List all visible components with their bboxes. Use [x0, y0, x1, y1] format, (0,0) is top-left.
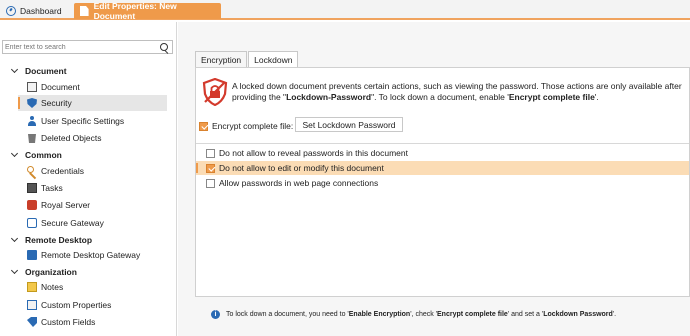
search-input[interactable]	[3, 43, 153, 51]
option-label: Do not allow to edit or modify this docu…	[219, 163, 384, 173]
sidebar-item-secure-gateway[interactable]: Secure Gateway	[18, 215, 167, 231]
info-mid: ". To lock down a document, enable '	[371, 92, 509, 102]
user-icon	[27, 116, 37, 126]
search-box	[2, 40, 173, 54]
info-bold-encrypt: Encrypt complete file	[508, 92, 595, 102]
group-document-label: Document	[25, 66, 67, 76]
sidebar-item-label: Credentials	[41, 166, 84, 176]
checkbox[interactable]	[206, 178, 215, 188]
sidebar-item-label: Remote Desktop Gateway	[41, 250, 141, 260]
shield-lock-icon	[202, 78, 228, 106]
sidebar-item-label: Document	[41, 82, 80, 92]
group-remote-desktop[interactable]: Remote Desktop	[10, 234, 93, 246]
sidebar-item-tasks[interactable]: Tasks	[18, 180, 167, 196]
info-bold-lockdown-password: Lockdown-Password	[286, 92, 372, 102]
group-remote-desktop-label: Remote Desktop	[25, 235, 93, 245]
set-lockdown-password-button[interactable]: Set Lockdown Password	[295, 117, 403, 132]
gateway-icon	[27, 218, 37, 228]
sidebar-item-notes[interactable]: Notes	[18, 279, 167, 295]
royal-server-icon	[27, 200, 37, 210]
sidebar-item-label: Secure Gateway	[41, 218, 104, 228]
option-label: Do not allow to reveal passwords in this…	[219, 148, 408, 158]
dashboard-icon	[6, 6, 16, 16]
sidebar-item-label: Notes	[41, 282, 64, 292]
footer-text: To lock down a document, you need to 'En…	[226, 311, 616, 318]
lockdown-options: Do not allow to reveal passwords in this…	[196, 143, 689, 190]
info-icon: i	[211, 309, 220, 319]
info-end: '.	[594, 92, 599, 102]
tab-lockdown[interactable]: Lockdown	[248, 51, 299, 67]
tag-icon	[27, 317, 37, 327]
option-allow-web-passwords[interactable]: Allow passwords in web page connections	[196, 176, 689, 190]
tab-dashboard-label: Dashboard	[20, 6, 62, 16]
tasks-icon	[27, 183, 37, 193]
sidebar-item-credentials[interactable]: Credentials	[18, 163, 167, 179]
subtab-bar: Encryption Lockdown	[195, 51, 299, 67]
encrypt-complete-file-label: Encrypt complete file:	[212, 121, 294, 131]
sidebar-item-royal-server[interactable]: Royal Server	[18, 197, 167, 213]
group-organization[interactable]: Organization	[10, 266, 77, 278]
shield-icon	[27, 98, 37, 108]
document-icon	[80, 6, 89, 16]
footer-b2: Encrypt complete file	[437, 310, 508, 318]
sidebar-item-remote-desktop-gateway[interactable]: Remote Desktop Gateway	[18, 247, 167, 263]
tab-edit-properties-label: Edit Properties: New Document	[93, 1, 177, 21]
group-organization-label: Organization	[25, 267, 77, 277]
search-icon[interactable]	[160, 43, 168, 51]
sidebar-item-label: User Specific Settings	[41, 116, 125, 126]
footer-b1: Enable Encryption	[348, 310, 411, 318]
sidebar-item-label: Royal Server	[41, 200, 91, 210]
sidebar-item-label: Security	[41, 98, 72, 108]
group-common-label: Common	[25, 150, 62, 160]
remote-desktop-gateway-icon	[27, 250, 37, 260]
sidebar: Document Document Security User Specific…	[0, 22, 177, 336]
checkbox[interactable]	[206, 148, 215, 158]
trash-icon	[28, 134, 36, 143]
document-icon	[27, 82, 37, 92]
lockdown-panel: A locked down document prevents certain …	[195, 67, 690, 297]
encrypt-complete-file-row[interactable]: Encrypt complete file:	[199, 119, 293, 133]
chevron-down-icon	[10, 65, 19, 74]
sidebar-item-custom-properties[interactable]: Custom Properties	[18, 297, 167, 313]
custom-properties-icon	[27, 300, 37, 310]
option-no-reveal-passwords[interactable]: Do not allow to reveal passwords in this…	[196, 146, 689, 160]
sidebar-item-label: Custom Properties	[41, 300, 112, 310]
sidebar-item-custom-fields[interactable]: Custom Fields	[18, 314, 167, 330]
sidebar-item-label: Deleted Objects	[41, 133, 102, 143]
footer-b3: Lockdown Password	[543, 310, 613, 318]
footer-info: i To lock down a document, you need to '…	[211, 308, 616, 320]
tab-dashboard[interactable]: Dashboard	[0, 3, 70, 19]
footer-t1: To lock down a document, you need to '	[226, 310, 349, 318]
sidebar-item-deleted-objects[interactable]: Deleted Objects	[18, 130, 167, 146]
notes-icon	[27, 282, 37, 292]
option-label: Allow passwords in web page connections	[219, 178, 379, 188]
chevron-down-icon	[10, 149, 19, 158]
tab-edit-properties[interactable]: Edit Properties: New Document	[74, 1, 221, 21]
chevron-down-icon	[10, 234, 19, 243]
checkbox[interactable]	[206, 163, 215, 173]
key-icon	[27, 166, 37, 176]
tab-encryption[interactable]: Encryption	[195, 51, 248, 67]
group-common[interactable]: Common	[10, 149, 62, 161]
sidebar-item-user-specific-settings[interactable]: User Specific Settings	[18, 113, 167, 129]
lockdown-info-text: A locked down document prevents certain …	[232, 81, 688, 103]
main-content: Encryption Lockdown A locked down docume…	[178, 22, 690, 336]
document-tab-bar: Dashboard Edit Properties: New Document	[0, 0, 690, 21]
encrypt-complete-file-checkbox[interactable]	[199, 121, 208, 131]
sidebar-item-label: Tasks	[41, 183, 63, 193]
sidebar-item-label: Custom Fields	[41, 317, 96, 327]
footer-t4: '.	[612, 310, 617, 318]
option-no-edit[interactable]: Do not allow to edit or modify this docu…	[196, 161, 689, 175]
sidebar-item-security[interactable]: Security	[18, 95, 167, 111]
group-document[interactable]: Document	[10, 65, 67, 77]
sidebar-item-document[interactable]: Document	[18, 79, 167, 95]
footer-t2: ', check '	[410, 310, 438, 318]
chevron-down-icon	[10, 266, 19, 275]
footer-t3: ' and set a '	[507, 310, 544, 318]
